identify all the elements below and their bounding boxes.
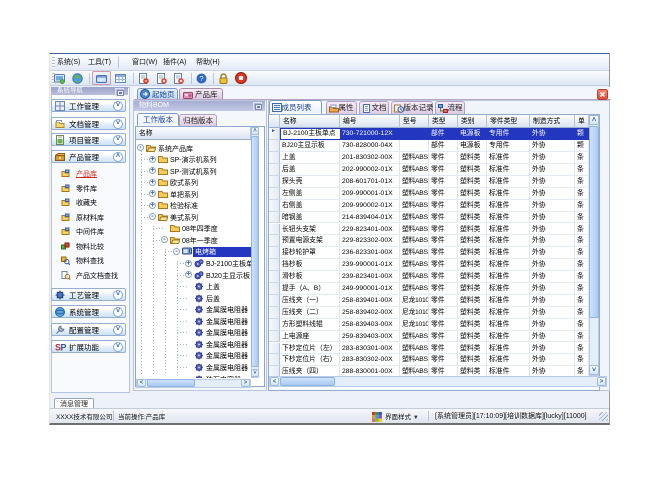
svg-text:?: ? <box>199 74 203 83</box>
svg-text:P: P <box>61 343 67 353</box>
